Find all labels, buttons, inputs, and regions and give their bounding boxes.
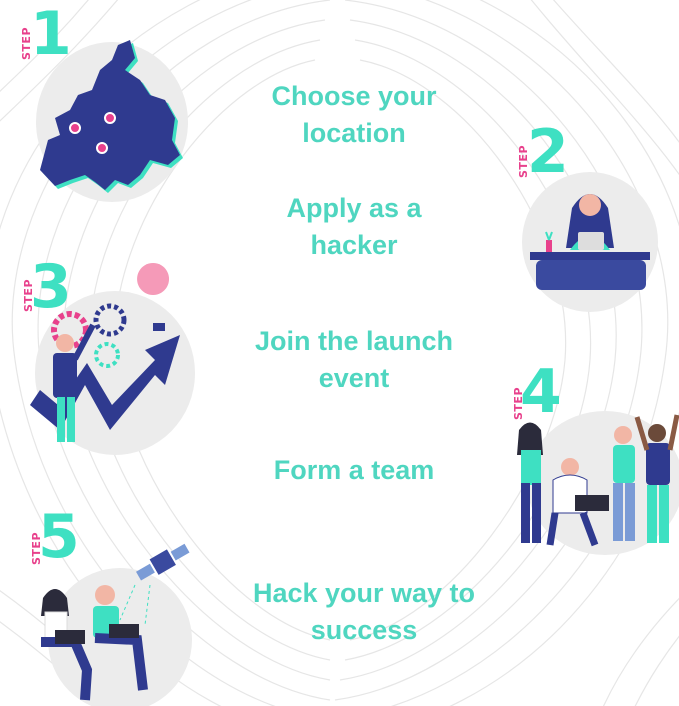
step-1-label-line2: location (302, 118, 406, 148)
step-3-label-line2: event (318, 363, 390, 393)
step-2-label-line2: hacker (310, 230, 398, 260)
step-3-label: Join the launch event (234, 323, 474, 397)
europe-map-illustration (36, 40, 188, 202)
step-2-label-line1: Apply as a (286, 193, 422, 223)
step-1-label-line1: Choose your (271, 81, 437, 111)
step-4-label-line1: Form a team (273, 455, 435, 485)
step-2-label: Apply as a hacker (244, 190, 464, 264)
step-5-label: Hack your way to success (234, 575, 494, 649)
step-3-label-line1: Join the launch (254, 326, 454, 356)
step-1-label: Choose your location (244, 78, 464, 152)
step-5-number: 5 (38, 502, 80, 572)
step-2-number: 2 (527, 117, 569, 187)
step-4-number: 4 (520, 357, 562, 427)
step-5-label-line1: Hack your way to (252, 578, 476, 608)
step-5-label-line2: success (310, 615, 418, 645)
step-3-number: 3 (30, 252, 72, 322)
step-4-label: Form a team (244, 452, 464, 489)
